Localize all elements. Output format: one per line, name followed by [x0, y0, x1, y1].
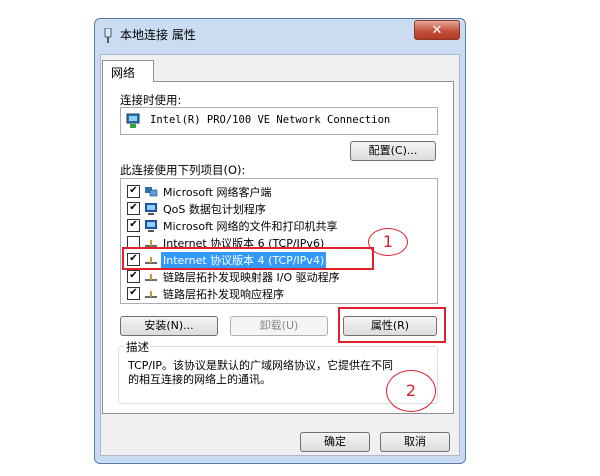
list-item[interactable]: ✔ QoS 数据包计划程序: [121, 200, 437, 217]
checkbox[interactable]: ✔: [127, 287, 140, 300]
highlight-box-ipv4: [122, 247, 374, 270]
list-item-label: Microsoft 网络的文件和打印机共享: [163, 219, 338, 233]
qos-icon: [145, 202, 157, 215]
annotation-marker-1: 1: [368, 228, 408, 256]
list-item-label: 链路层拓扑发现映射器 I/O 驱动程序: [163, 270, 340, 284]
checkbox[interactable]: ✔: [127, 185, 140, 198]
window-title: 本地连接 属性: [120, 28, 196, 42]
checkbox[interactable]: ✔: [127, 219, 140, 232]
ok-button[interactable]: 确定: [300, 432, 370, 452]
configure-button[interactable]: 配置(C)...: [350, 141, 436, 161]
list-item-label: QoS 数据包计划程序: [163, 202, 266, 216]
checkbox[interactable]: ✔: [127, 270, 140, 283]
protocol-icon: [145, 290, 157, 298]
highlight-box-properties: [338, 307, 446, 343]
install-button[interactable]: 安装(N)...: [120, 316, 218, 336]
list-item[interactable]: ✔ 链路层拓扑发现映射器 I/O 驱动程序: [121, 268, 437, 285]
description-legend: 描述: [124, 339, 151, 355]
cancel-button[interactable]: 取消: [380, 432, 450, 452]
description-line-2: 的相互连接的网络上的通讯。: [128, 373, 271, 386]
items-label: 此连接使用下列项目(O):: [120, 163, 246, 177]
checkbox[interactable]: ✔: [127, 202, 140, 215]
uninstall-button[interactable]: 卸载(U): [230, 316, 328, 336]
tab-network[interactable]: 网络: [102, 60, 154, 82]
network-client-icon: [145, 186, 158, 196]
protocol-icon: [145, 273, 157, 281]
annotation-marker-2: 2: [386, 370, 436, 412]
connect-using-label: 连接时使用:: [120, 93, 182, 107]
list-item[interactable]: ✔ 链路层拓扑发现响应程序: [121, 285, 437, 302]
list-item[interactable]: ✔ Microsoft 网络客户端: [121, 183, 437, 200]
network-card-icon: [126, 113, 140, 128]
network-adapter-icon: [104, 28, 112, 43]
close-button[interactable]: ✕: [414, 20, 460, 40]
file-share-icon: [145, 219, 157, 232]
device-name: Intel(R) PRO/100 VE Network Connection: [150, 114, 391, 126]
list-item-label: 链路层拓扑发现响应程序: [163, 287, 284, 301]
list-item-label: Microsoft 网络客户端: [163, 185, 272, 199]
